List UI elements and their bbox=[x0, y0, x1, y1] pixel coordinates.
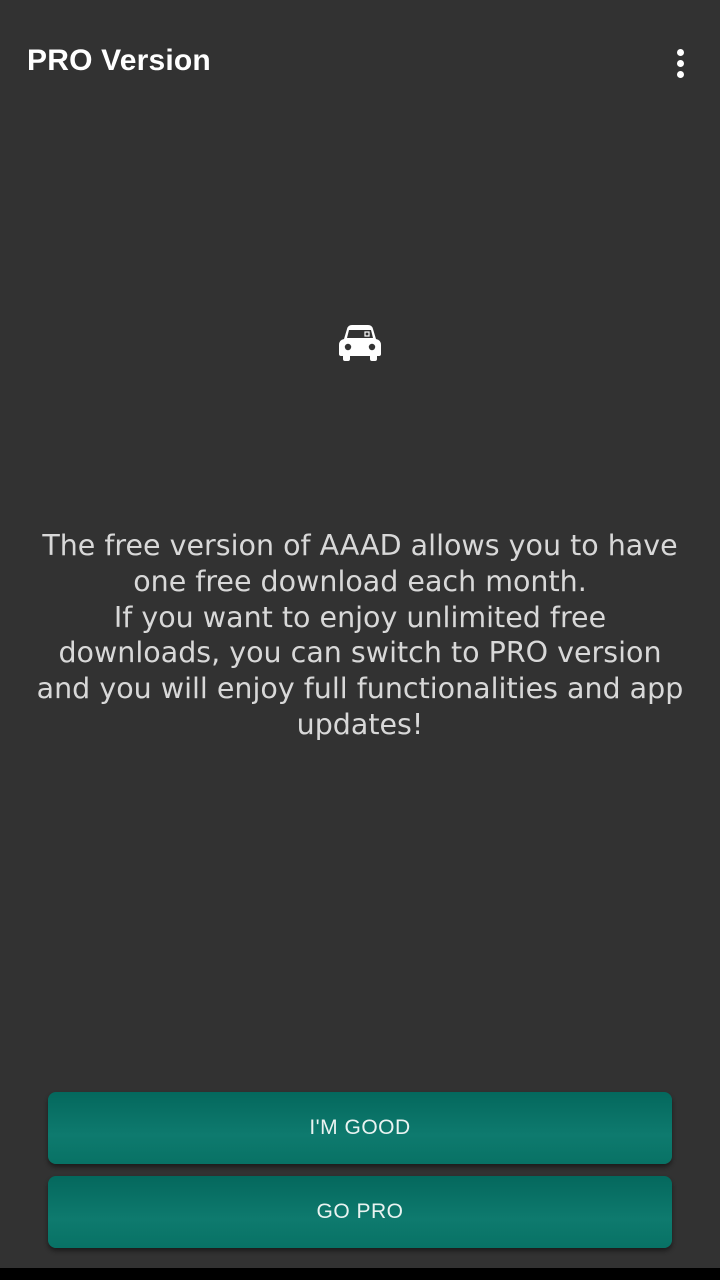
im-good-button[interactable]: I'M GOOD bbox=[48, 1092, 672, 1164]
page-title: PRO Version bbox=[27, 44, 211, 77]
navigation-bar-edge bbox=[0, 1268, 720, 1280]
app-bar: PRO Version bbox=[0, 0, 720, 128]
more-vert-icon bbox=[676, 48, 684, 56]
more-vert-icon-dot bbox=[676, 59, 684, 67]
more-vert-icon-dot bbox=[676, 70, 684, 78]
pro-version-screen: PRO Version The free version of AAAD all… bbox=[0, 0, 720, 1280]
car-icon bbox=[339, 325, 381, 361]
go-pro-button[interactable]: GO PRO bbox=[48, 1176, 672, 1248]
pro-description-text: The free version of AAAD allows you to h… bbox=[36, 529, 684, 741]
more-options-button[interactable] bbox=[662, 46, 698, 80]
